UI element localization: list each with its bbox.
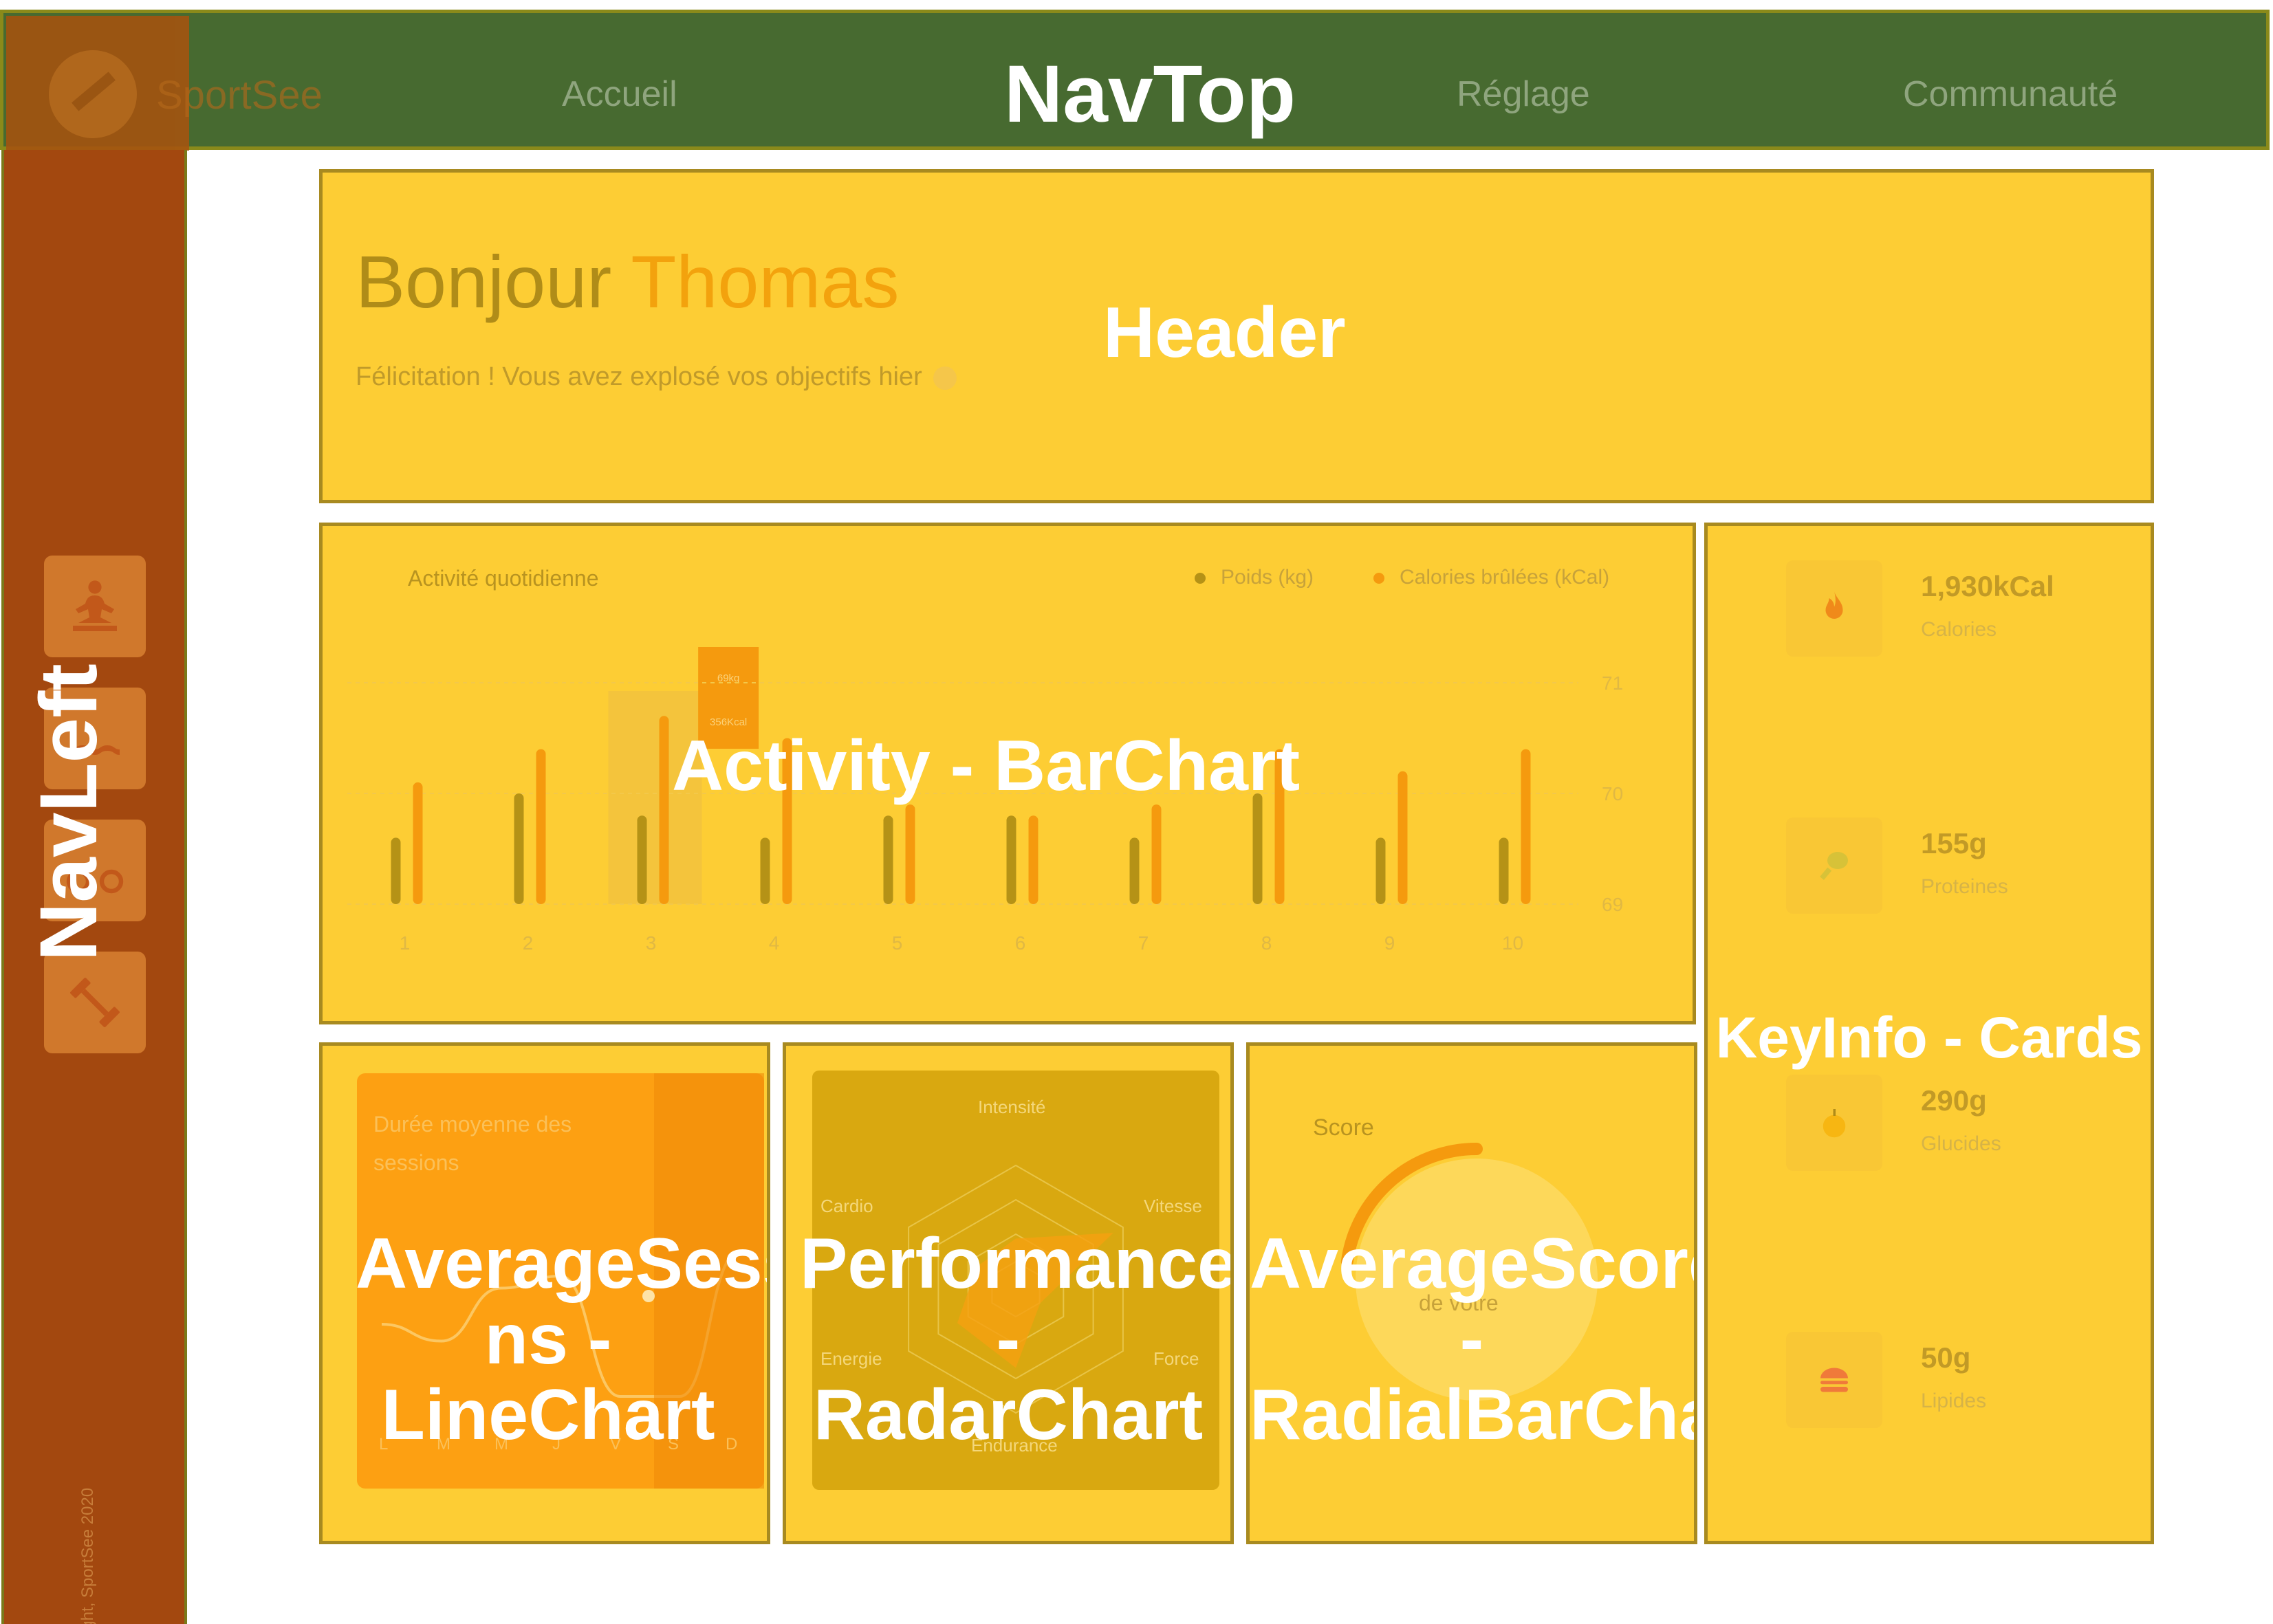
nav-link-communaute[interactable]: Communauté (1903, 74, 2118, 115)
glucides-value: 290g (1921, 1084, 1987, 1117)
logo-icon (49, 50, 137, 138)
nav-top: SportSee Accueil Réglage Communauté NavT… (0, 10, 2270, 151)
activity-panel: Activité quotidienne Poids (kg) Calories… (319, 523, 1696, 1024)
header-panel: Bonjour Thomas Félicitation ! Vous avez … (319, 169, 2154, 503)
bar-weight (391, 837, 401, 904)
x-tick-label: 5 (892, 932, 903, 954)
burger-icon (1786, 1332, 1882, 1428)
x-tick-label: 6 (1015, 932, 1026, 954)
x-tick-label: 8 (1261, 932, 1272, 954)
flame-icon (1786, 560, 1882, 657)
overlay-label-navleft: NavLeft (23, 663, 114, 961)
radar-axis-intensite: Intensité (978, 1097, 1046, 1117)
average-sessions-panel: Durée moyenne des sessions LMMJVSD Avera… (319, 1042, 770, 1544)
bar-calories (1151, 804, 1162, 904)
key-card-lipides: 50g Lipides (1728, 1297, 2134, 1467)
calories-label: Calories (1921, 618, 1997, 641)
chicken-icon (1786, 818, 1882, 914)
overlay-label-average-sessions: AverageSessio ns - LineChart (356, 1224, 767, 1456)
key-card-proteines: 155g Proteines (1728, 783, 2134, 952)
overlay-label-average-sessions-line1: AverageSessio (356, 1224, 767, 1304)
nav-link-reglage[interactable]: Réglage (1457, 74, 1590, 115)
x-tick-label: 4 (769, 932, 780, 954)
bar-calories (1397, 771, 1408, 904)
x-tick-label: 3 (646, 932, 657, 954)
bar-weight (637, 815, 647, 904)
performance-panel: Intensité Vitesse Force Endurance Energi… (783, 1042, 1234, 1544)
keyinfo-panel: 1,930kCal Calories 155g Proteines 290g G… (1704, 523, 2154, 1544)
bar-weight (760, 837, 770, 904)
header-subtitle: Félicitation ! Vous avez explosé vos obj… (356, 362, 957, 392)
overlay-label-average-score-line1: AverageScore - (1250, 1224, 1697, 1380)
y-tick-label: 70 (1602, 783, 1623, 804)
calories-value: 1,930kCal (1921, 570, 2054, 602)
radar-axis-vitesse: Vitesse (1144, 1196, 1202, 1216)
overlay-label-average-sessions-line2: ns - LineChart (381, 1299, 715, 1456)
bar-weight (1129, 837, 1140, 904)
proteines-label: Proteines (1921, 875, 2008, 898)
clapping-hands-icon (933, 366, 957, 390)
x-tick-label: 9 (1384, 932, 1395, 954)
average-score-panel: Score de votre AverageScore - RadialBarC… (1246, 1042, 1697, 1544)
x-tick-label: 2 (523, 932, 534, 954)
bar-weight (1375, 837, 1386, 904)
page-title: Bonjour Thomas (356, 239, 899, 325)
bar-weight (514, 793, 524, 904)
radar-axis-cardio: Cardio (820, 1196, 873, 1216)
meditation-icon[interactable] (44, 556, 146, 657)
user-name: Thomas (631, 240, 900, 323)
overlay-label-navtop: NavTop (1004, 49, 1296, 140)
bar-calories (536, 749, 546, 904)
apple-icon (1786, 1075, 1882, 1171)
overlay-label-performance: Performance - RadarChart (800, 1224, 1234, 1456)
bar-calories (659, 716, 669, 904)
x-tick-label: 1 (400, 932, 411, 954)
overlay-label-average-score: AverageScore - RadialBarChart (1250, 1226, 1694, 1453)
x-tick-label: 10 (1502, 932, 1523, 954)
nav-link-accueil[interactable]: Accueil (562, 74, 677, 115)
bar-weight (883, 815, 893, 904)
overlay-label-keyinfo: KeyInfo - Cards (1715, 1005, 2143, 1070)
y-tick-label: 71 (1602, 672, 1623, 694)
bar-weight (1499, 837, 1509, 904)
overlay-label-performance-line2: RadarChart (813, 1375, 1204, 1456)
greeting-text: Bonjour (356, 240, 612, 323)
y-tick-label: 69 (1602, 894, 1623, 915)
bar-calories (413, 782, 423, 904)
bar-calories (905, 804, 915, 904)
lipides-label: Lipides (1921, 1390, 1987, 1412)
nav-left: NavLeft Copiryght, SportSee 2020 (1, 150, 187, 1624)
overlay-label-activity: Activity - BarChart (672, 726, 1301, 806)
copyright-text: Copiryght, SportSee 2020 (78, 1487, 97, 1624)
lipides-value: 50g (1921, 1341, 1971, 1374)
bar-calories (1521, 749, 1531, 904)
overlay-label-average-score-line2: RadialBarChart (1250, 1375, 1694, 1456)
proteines-value: 155g (1921, 827, 1987, 859)
dumbbell-icon[interactable] (44, 952, 146, 1053)
subtitle-text: Félicitation ! Vous avez explosé vos obj… (356, 362, 922, 391)
bar-calories (1028, 815, 1038, 904)
logo-text: SportSee (156, 73, 323, 118)
glucides-label: Glucides (1921, 1132, 2001, 1155)
bar-weight (1006, 815, 1016, 904)
key-card-calories: 1,930kCal Calories (1728, 526, 2134, 695)
average-sessions-title: Durée moyenne des sessions (373, 1112, 572, 1175)
overlay-label-header: Header (1103, 293, 1346, 373)
overlay-label-performance-line1: Performance - (800, 1224, 1234, 1380)
x-tick-label: 7 (1138, 932, 1149, 954)
bar-weight (1252, 793, 1263, 904)
